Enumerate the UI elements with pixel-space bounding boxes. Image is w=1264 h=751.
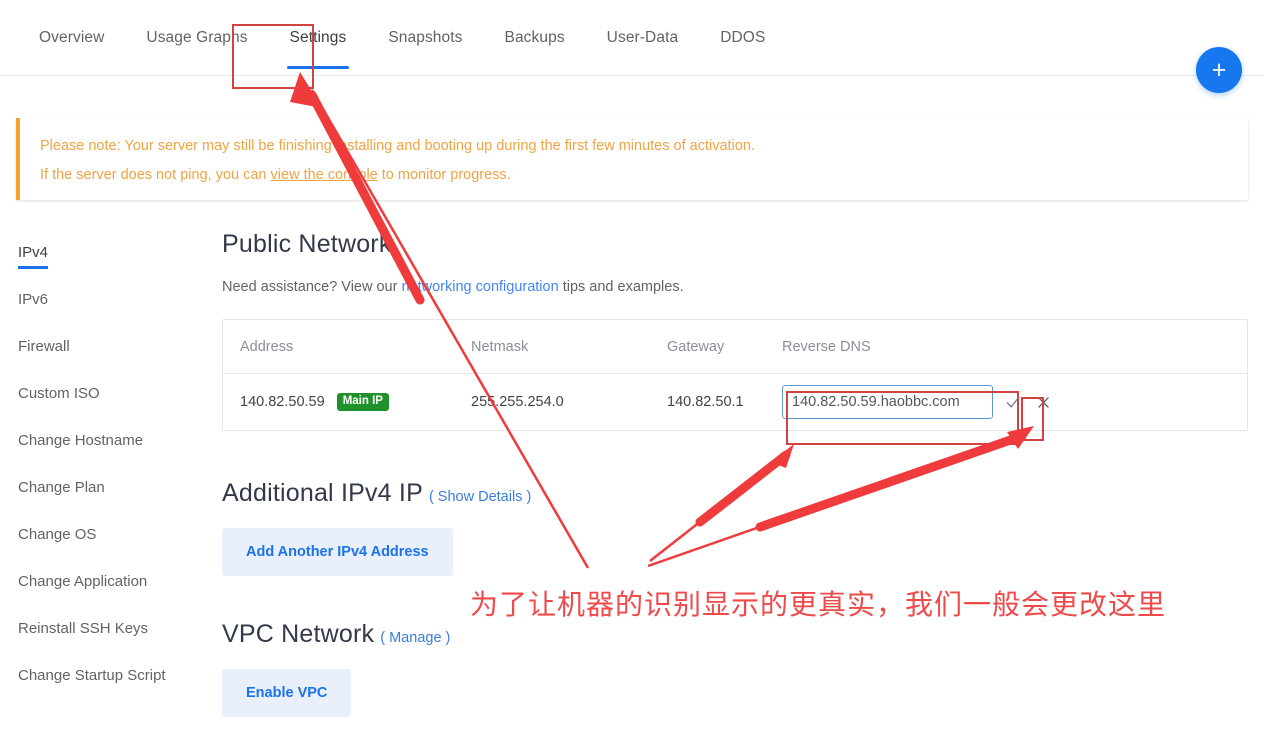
show-details-link[interactable]: ( Show Details ) (429, 489, 531, 505)
banner-line-1: Please note: Your server may still be fi… (40, 138, 755, 154)
banner-line-2: If the server does not ping, you can vie… (40, 165, 1248, 187)
additional-ipv4-section: Additional IPv4 IP ( Show Details ) Add A… (222, 479, 1248, 576)
table-row: 140.82.50.59 Main IP 255.255.254.0 140.8… (223, 374, 1247, 430)
main-content: Public Network Need assistance? View our… (222, 230, 1248, 717)
table-header-row: Address Netmask Gateway Reverse DNS (223, 320, 1247, 374)
status-badge: Main IP (336, 393, 389, 411)
vpc-network-section: VPC Network ( Manage ) Enable VPC (222, 620, 1248, 717)
add-button[interactable]: + (1196, 47, 1242, 93)
vpc-network-title: VPC Network ( Manage ) (222, 620, 1248, 649)
tab-list: Overview Usage Graphs Settings Snapshots… (18, 0, 786, 76)
subnav-item-label: IPv4 (18, 244, 49, 261)
subnav-item-label: Change Application (18, 573, 148, 590)
column-header-gateway: Gateway (667, 338, 725, 355)
subnav-active-indicator (18, 266, 48, 269)
view-console-link[interactable]: view the console (271, 167, 378, 183)
additional-ipv4-title: Additional IPv4 IP ( Show Details ) (222, 479, 1248, 508)
subnav-item-label: Reinstall SSH Keys (18, 620, 149, 637)
subnav-item-change-application[interactable]: Change Application (16, 569, 206, 616)
tab-label: DDOS (720, 29, 766, 46)
notice-banner: Please note: Your server may still be fi… (16, 118, 1248, 200)
tab-active-indicator (286, 66, 350, 69)
tab-label: Usage Graphs (146, 29, 248, 46)
ip-address-value: 140.82.50.59 (240, 394, 325, 411)
networking-configuration-link[interactable]: networking configuration (401, 279, 558, 295)
subnav-item-reinstall-ssh-keys[interactable]: Reinstall SSH Keys (16, 616, 206, 663)
additional-ipv4-title-text: Additional IPv4 IP (222, 479, 423, 507)
tab-backups[interactable]: Backups (484, 0, 586, 76)
tab-label: Settings (289, 29, 347, 46)
plus-icon: + (1211, 55, 1227, 84)
vpc-network-title-text: VPC Network (222, 620, 375, 648)
subnav-item-label: Change Hostname (18, 432, 144, 449)
cell-netmask: 255.255.254.0 (471, 394, 564, 410)
subnav-item-label: Firewall (18, 338, 70, 355)
tab-usage-graphs[interactable]: Usage Graphs (125, 0, 268, 76)
column-header-address: Address (240, 338, 294, 355)
tab-label: Snapshots (388, 29, 463, 46)
subnav-item-ipv6[interactable]: IPv6 (16, 287, 206, 334)
subnav-item-change-startup-script[interactable]: Change Startup Script (16, 663, 206, 710)
close-icon[interactable] (1033, 392, 1053, 412)
cell-gateway: 140.82.50.1 (667, 394, 744, 410)
add-another-ipv4-address-button[interactable]: Add Another IPv4 Address (222, 528, 453, 576)
tab-label: Backups (504, 29, 565, 46)
subnav-item-label: Custom ISO (18, 385, 100, 402)
check-icon[interactable] (1003, 392, 1023, 412)
subnav-item-change-plan[interactable]: Change Plan (16, 475, 206, 522)
public-network-title: Public Network (222, 230, 1248, 259)
public-network-title-text: Public Network (222, 230, 392, 258)
banner-line-2-suffix: to monitor progress. (377, 166, 511, 183)
subnav-item-ipv4[interactable]: IPv4 (16, 240, 206, 287)
manage-link[interactable]: ( Manage ) (380, 630, 450, 646)
banner-line-2-prefix: If the server does not ping, you can (40, 166, 271, 183)
subnav-item-label: Change Startup Script (18, 667, 166, 684)
tab-label: Overview (39, 29, 105, 46)
reverse-dns-input[interactable] (782, 385, 993, 419)
tab-ddos[interactable]: DDOS (699, 0, 786, 76)
top-tab-bar: Overview Usage Graphs Settings Snapshots… (0, 0, 1264, 76)
assist-prefix: Need assistance? View our (222, 279, 402, 295)
tab-snapshots[interactable]: Snapshots (367, 0, 483, 76)
annotation-note-text: 为了让机器的识别显示的更真实，我们一般会更改这里 (470, 588, 1167, 621)
subnav-item-custom-iso[interactable]: Custom ISO (16, 381, 206, 428)
ipv4-table: Address Netmask Gateway Reverse DNS 140.… (222, 319, 1248, 431)
subnav-item-label: Change OS (18, 526, 97, 543)
tab-overview[interactable]: Overview (18, 0, 125, 76)
tab-label: User-Data (606, 29, 679, 46)
assistance-text: Need assistance? View our networking con… (222, 279, 1248, 295)
subnav-item-firewall[interactable]: Firewall (16, 334, 206, 381)
cell-reverse-dns (782, 385, 1247, 419)
assist-suffix: tips and examples. (558, 279, 684, 295)
subnav-item-change-os[interactable]: Change OS (16, 522, 206, 569)
subnav-item-change-hostname[interactable]: Change Hostname (16, 428, 206, 475)
enable-vpc-button[interactable]: Enable VPC (222, 669, 352, 717)
cell-address: 140.82.50.59 Main IP (223, 393, 471, 411)
tab-settings[interactable]: Settings (269, 0, 368, 76)
tab-user-data[interactable]: User-Data (586, 0, 700, 76)
settings-subnav: IPv4 IPv6 Firewall Custom ISO Change Hos… (16, 240, 206, 710)
column-header-netmask: Netmask (471, 338, 529, 355)
subnav-item-label: Change Plan (18, 479, 105, 496)
column-header-reverse-dns: Reverse DNS (782, 338, 871, 355)
subnav-item-label: IPv6 (18, 291, 49, 308)
